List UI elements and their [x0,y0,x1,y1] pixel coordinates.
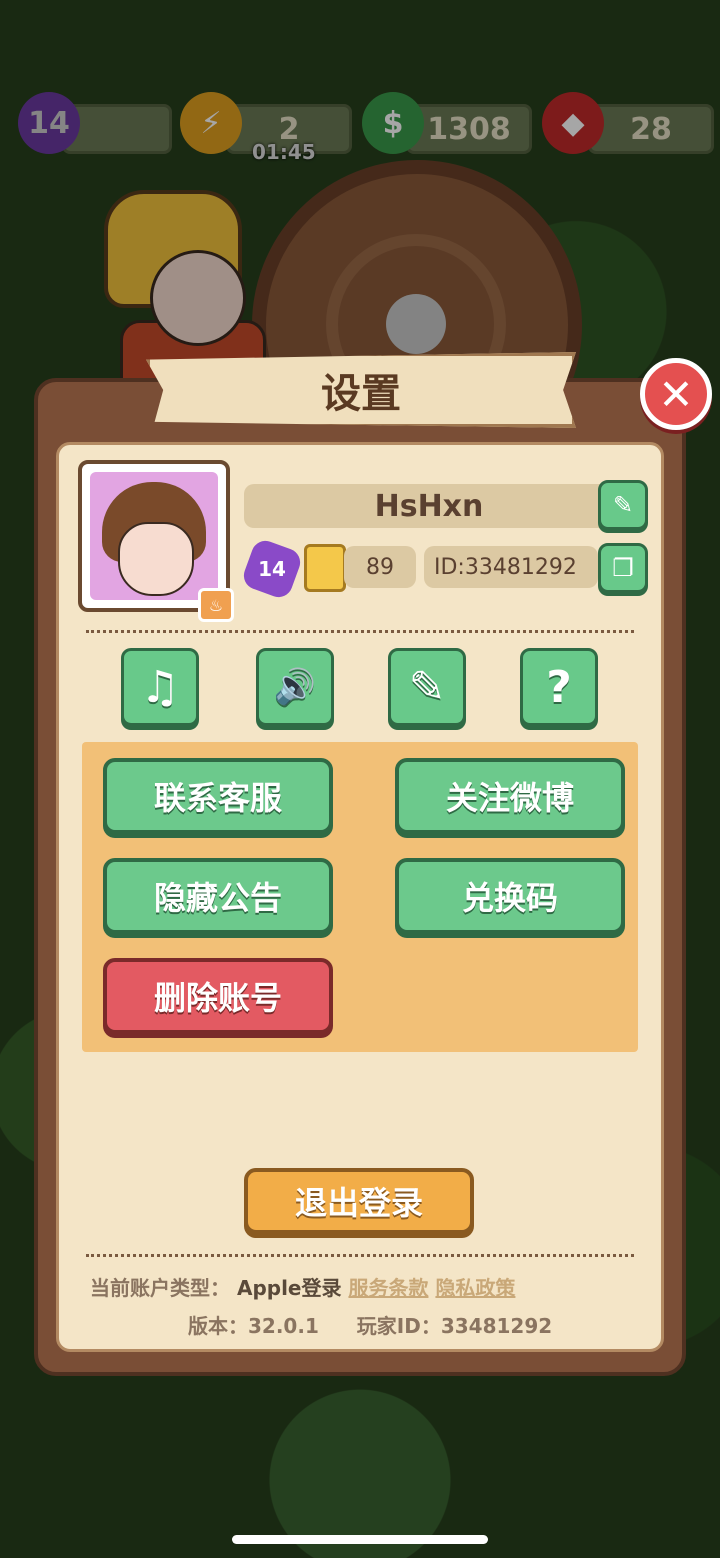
clear-cache-button[interactable]: ✎ [388,648,466,726]
broom-icon: ✎ [408,661,446,713]
privacy-link[interactable]: 隐私政策 [435,1276,515,1300]
page-title: 设置 [321,371,401,417]
question-icon: ? [546,661,572,713]
pencil-icon: ✎ [612,491,634,519]
account-type-label: 当前账户类型： [90,1276,230,1300]
music-note-icon: ♫ [140,661,180,713]
account-type-value: Apple登录 [236,1276,342,1300]
logout-button[interactable]: 退出登录 [244,1168,474,1234]
clipboard-icon [304,544,346,592]
outfit-icon[interactable]: ♨ [198,588,234,622]
player-name: HsHxn [244,484,614,528]
divider-footer [86,1254,634,1257]
edit-name-button[interactable]: ✎ [598,480,648,530]
version-label: 版本：32.0.1 [188,1314,319,1338]
profile-level: 14 [258,557,286,581]
close-button[interactable]: ✕ [640,358,712,430]
copy-id-button[interactable]: ❐ [598,543,648,593]
account-info: 当前账户类型： Apple登录 服务条款 隐私政策 [90,1272,515,1301]
copy-icon: ❐ [612,554,634,582]
contact-support-button[interactable]: 联系客服 [103,758,333,834]
player-id-field: ID:33481292 [424,546,598,588]
speaker-icon: 🔊 [273,667,317,707]
close-icon: ✕ [658,369,694,419]
music-toggle-button[interactable]: ♫ [121,648,199,726]
sound-toggle-button[interactable]: 🔊 [256,648,334,726]
terms-link[interactable]: 服务条款 [348,1276,428,1300]
divider [86,630,634,633]
help-button[interactable]: ? [520,648,598,726]
collection-count: 89 [344,546,416,588]
avatar-image [90,472,218,600]
avatar[interactable]: ♨ [78,460,234,622]
delete-account-button[interactable]: 删除账号 [103,958,333,1034]
hide-announcement-button[interactable]: 隐藏公告 [103,858,333,934]
player-name-text: HsHxn [374,488,484,524]
title-ribbon: 设置 [146,352,576,428]
player-id-label: 玩家ID：33481292 [356,1314,553,1338]
home-indicator[interactable] [232,1535,488,1544]
version-info: 版本：32.0.1 玩家ID：33481292 [188,1310,552,1339]
follow-weibo-button[interactable]: 关注微博 [395,758,625,834]
redeem-code-button[interactable]: 兑换码 [395,858,625,934]
